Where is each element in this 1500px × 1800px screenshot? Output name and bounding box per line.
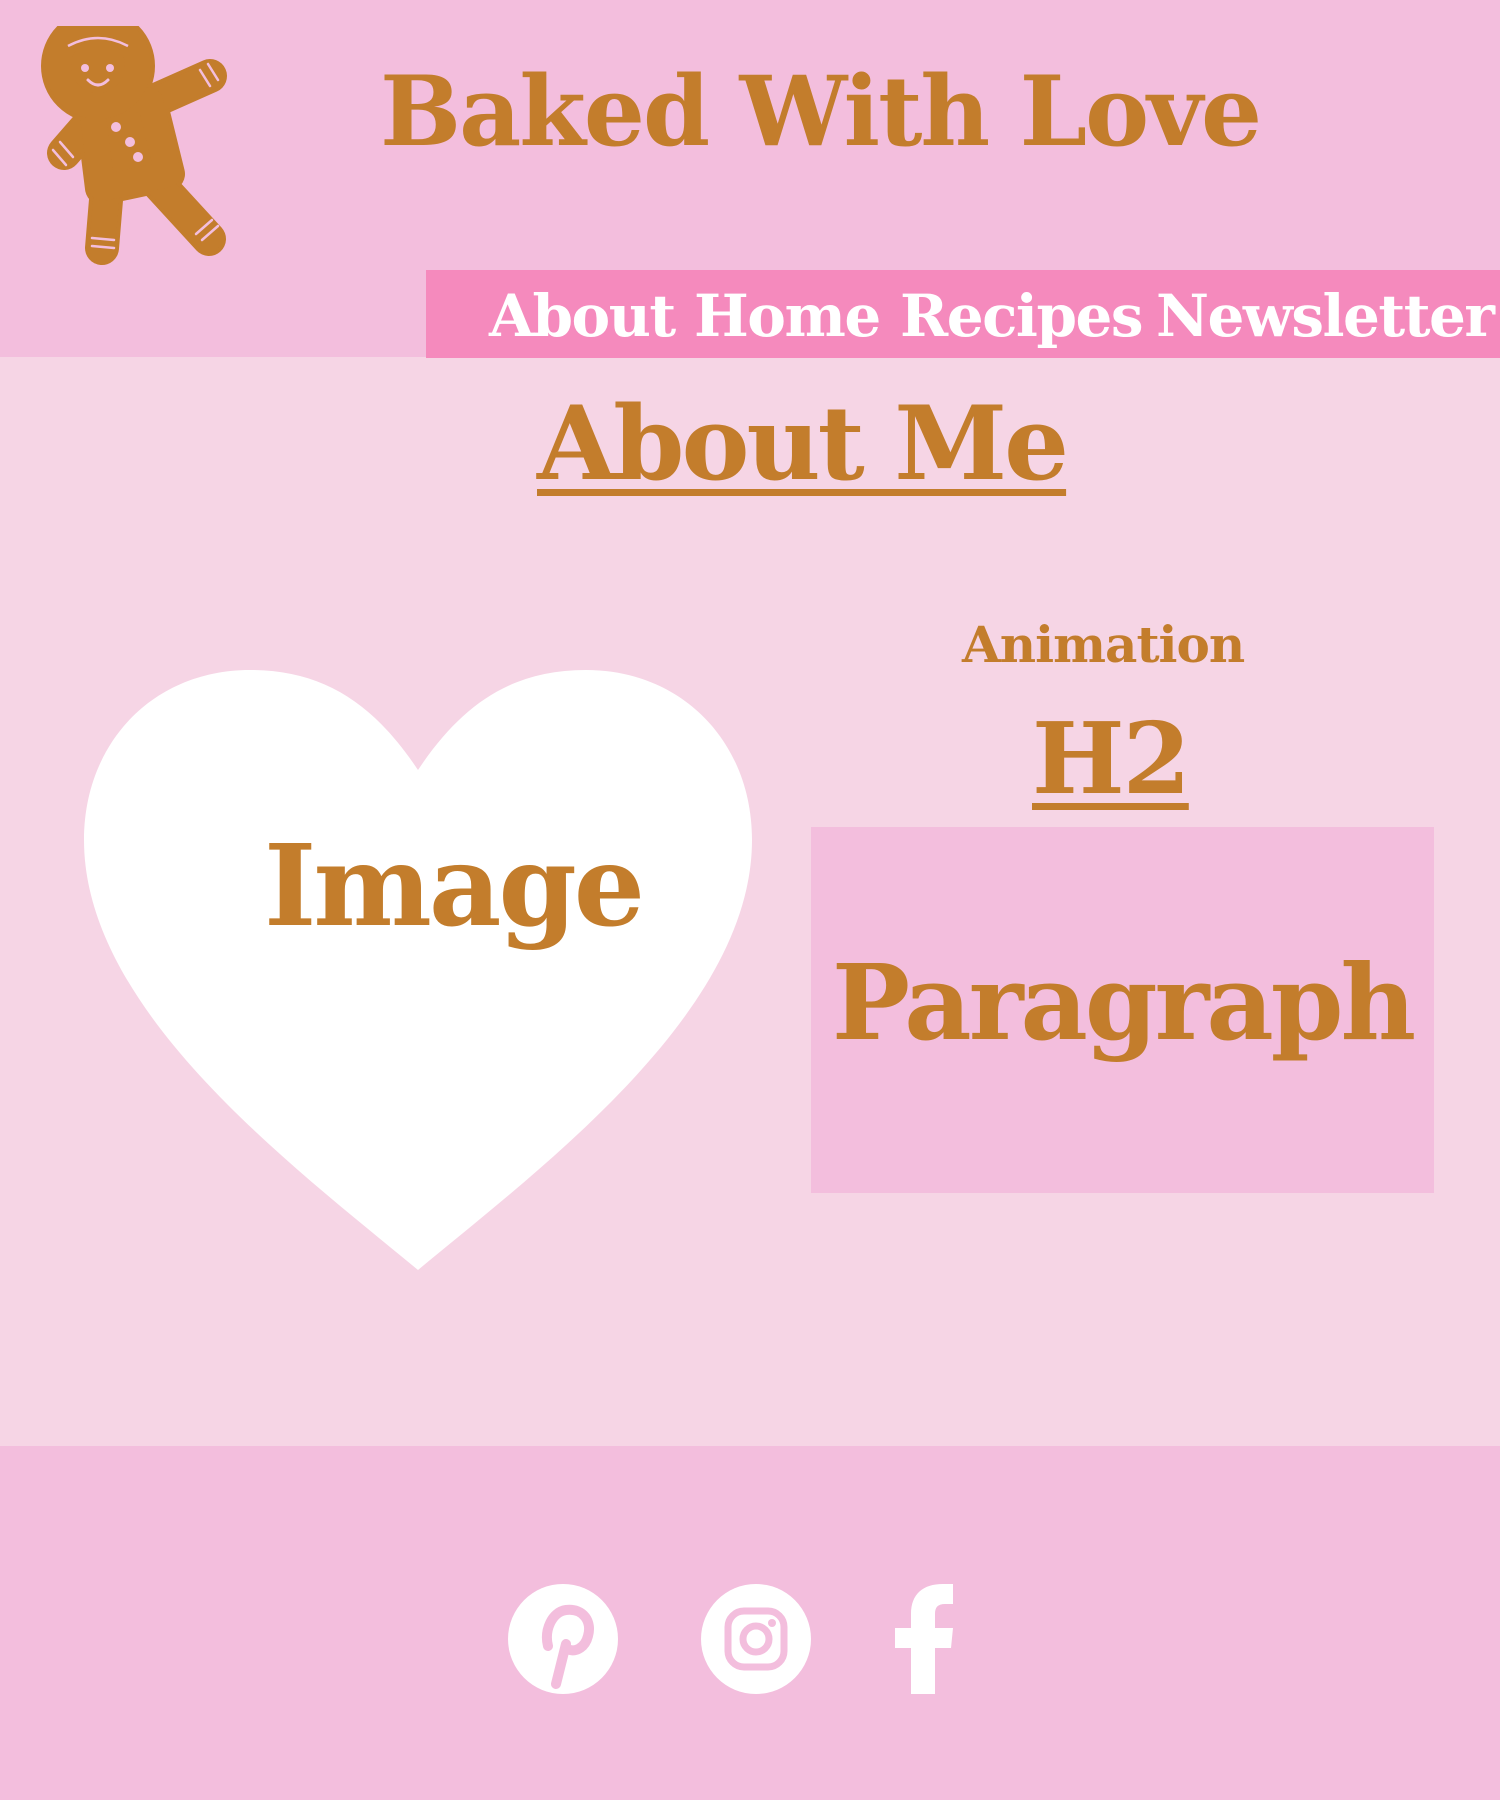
nav-item-about[interactable]: About	[489, 282, 676, 352]
image-placeholder: Image	[264, 821, 645, 952]
paragraph-placeholder: Paragraph	[831, 941, 1416, 1064]
animation-label: Animation	[962, 615, 1245, 674]
instagram-icon[interactable]	[701, 1584, 811, 1694]
site-title: Baked With Love	[380, 55, 1262, 168]
page-title: About Me	[537, 384, 1069, 504]
site-header: Baked With Love About Home Recipes Newsl…	[0, 0, 1500, 358]
gingerbread-man-icon[interactable]	[30, 26, 240, 274]
paragraph-box: Paragraph	[811, 827, 1434, 1193]
nav-item-recipes[interactable]: Recipes	[900, 282, 1144, 352]
nav-item-home[interactable]: Home	[694, 282, 881, 352]
pinterest-icon[interactable]	[508, 1584, 618, 1694]
facebook-icon[interactable]	[885, 1584, 995, 1694]
section-heading: H2	[1032, 702, 1191, 817]
main-nav: About Home Recipes Newsletter	[426, 270, 1500, 358]
nav-item-newsletter[interactable]: Newsletter	[1156, 282, 1495, 352]
heart-icon	[84, 670, 752, 1270]
